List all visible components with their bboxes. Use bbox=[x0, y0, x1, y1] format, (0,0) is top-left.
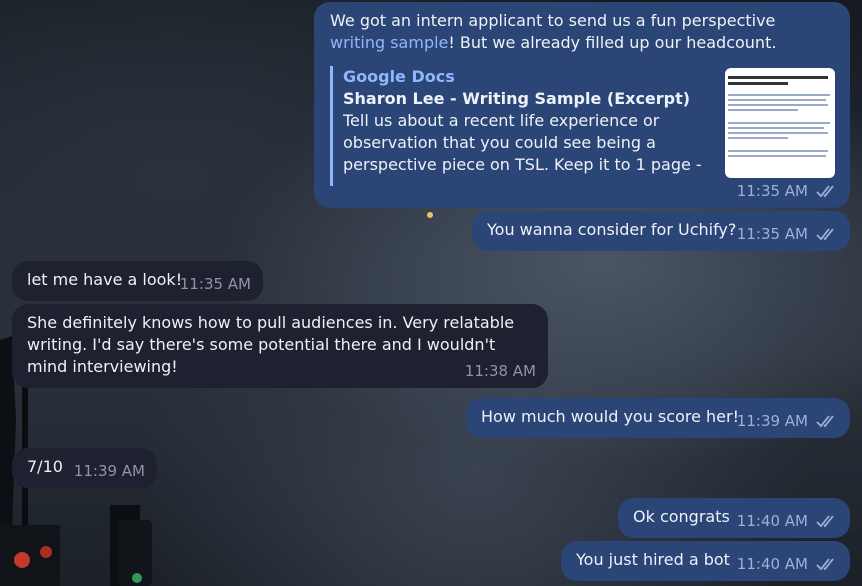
message-meta: 11:39 AM bbox=[737, 410, 838, 432]
message-bubble-incoming[interactable]: let me have a look! 11:35 AM bbox=[12, 261, 263, 301]
message-meta: 11:35 AM bbox=[180, 273, 251, 295]
message-meta: 11:40 AM bbox=[737, 510, 838, 532]
link-preview-description: Tell us about a recent life experience o… bbox=[343, 111, 702, 174]
message-time: 11:39 AM bbox=[736, 412, 808, 430]
message-text: You wanna consider for Uchify? bbox=[487, 220, 737, 239]
message-time: 11:35 AM bbox=[179, 275, 251, 293]
message-text: 7/10 bbox=[27, 457, 63, 476]
message-text: We got an intern applicant to send us a … bbox=[330, 11, 781, 52]
message-time: 11:35 AM bbox=[736, 182, 808, 200]
double-check-icon bbox=[816, 558, 834, 571]
message-bubble-outgoing[interactable]: We got an intern applicant to send us a … bbox=[314, 2, 850, 208]
message-time: 11:40 AM bbox=[736, 555, 808, 573]
message-bubble-incoming[interactable]: 7/10 11:39 AM bbox=[12, 448, 157, 488]
link-preview-site: Google Docs bbox=[343, 67, 455, 86]
message-text: let me have a look! bbox=[27, 270, 183, 289]
double-check-icon bbox=[816, 515, 834, 528]
message-meta: 11:40 AM bbox=[737, 553, 838, 575]
message-bubble-outgoing[interactable]: You just hired a bot 11:40 AM bbox=[561, 541, 850, 581]
message-bubble-outgoing[interactable]: You wanna consider for Uchify? 11:35 AM bbox=[472, 211, 850, 251]
double-check-icon bbox=[816, 415, 834, 428]
message-time: 11:38 AM bbox=[464, 362, 536, 380]
message-meta: 11:38 AM bbox=[465, 360, 536, 382]
message-meta: 11:35 AM bbox=[737, 180, 838, 202]
link-preview-title: Sharon Lee - Writing Sample (Excerpt) bbox=[343, 89, 691, 108]
message-bubble-outgoing[interactable]: Ok congrats 11:40 AM bbox=[618, 498, 850, 538]
document-thumbnail[interactable] bbox=[725, 68, 835, 178]
message-time: 11:40 AM bbox=[736, 512, 808, 530]
link-preview[interactable]: Google Docs Sharon Lee - Writing Sample … bbox=[330, 66, 708, 186]
message-time: 11:35 AM bbox=[736, 225, 808, 243]
message-meta: 11:39 AM bbox=[74, 460, 145, 482]
message-time: 11:39 AM bbox=[73, 462, 145, 480]
message-text: You just hired a bot bbox=[576, 550, 730, 569]
message-text: Ok congrats bbox=[633, 507, 730, 526]
message-text: How much would you score her! bbox=[481, 407, 739, 426]
double-check-icon bbox=[816, 185, 834, 198]
message-text: She definitely knows how to pull audienc… bbox=[27, 313, 520, 376]
message-meta: 11:35 AM bbox=[737, 223, 838, 245]
double-check-icon bbox=[816, 228, 834, 241]
message-bubble-outgoing[interactable]: How much would you score her! 11:39 AM bbox=[466, 398, 850, 438]
writing-sample-link[interactable]: writing sample bbox=[330, 33, 448, 52]
message-bubble-incoming[interactable]: She definitely knows how to pull audienc… bbox=[12, 304, 548, 388]
